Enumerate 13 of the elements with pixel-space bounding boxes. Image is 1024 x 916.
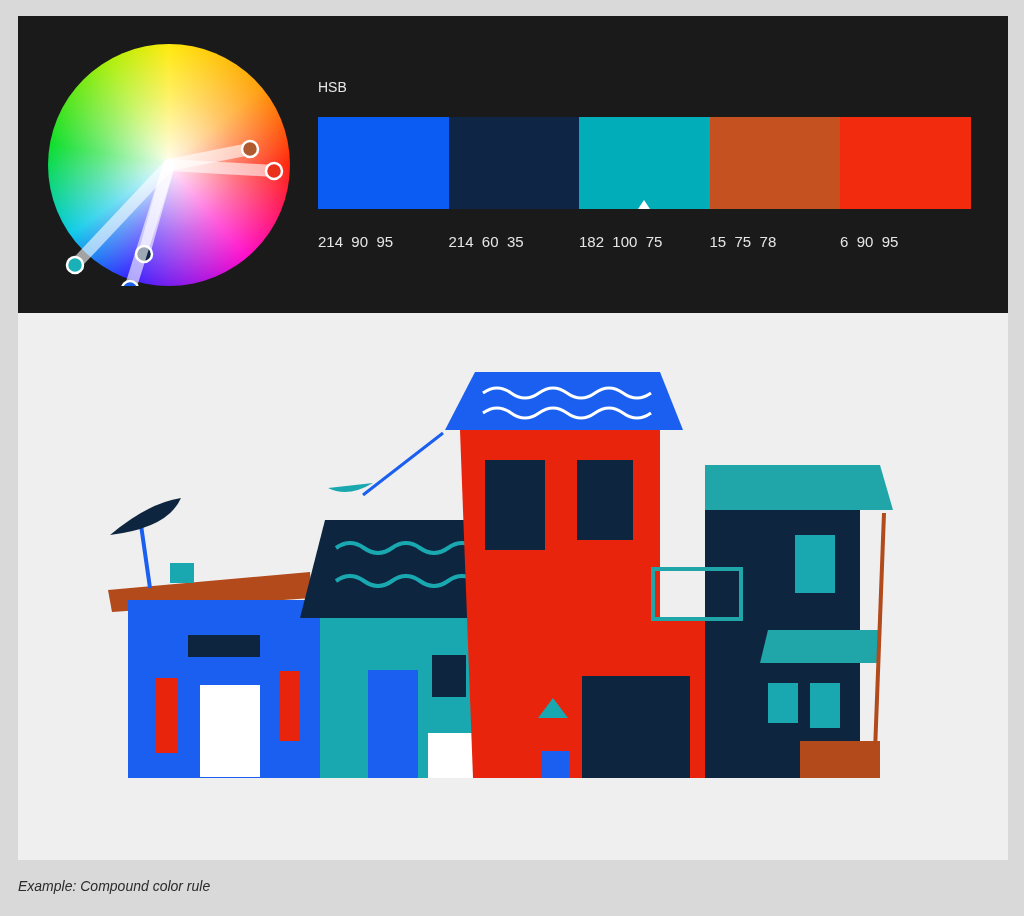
hsb-values: 6 90 95 — [840, 233, 900, 250]
color-swatch[interactable] — [448, 117, 579, 209]
hsb-values: 214 60 35 — [448, 233, 525, 250]
color-swatch[interactable] — [840, 117, 971, 209]
selected-marker-icon — [638, 200, 651, 209]
color-swatch[interactable] — [579, 117, 710, 209]
hsb-values: 214 90 95 — [318, 233, 395, 250]
caption: Example: Compound color rule — [18, 878, 212, 894]
color-swatch[interactable] — [318, 117, 449, 209]
color-mode-label: HSB — [318, 79, 348, 95]
color-swatch[interactable] — [709, 117, 840, 209]
hsb-values: 182 100 75 — [579, 233, 664, 250]
hsb-values: 15 75 78 — [709, 233, 778, 250]
